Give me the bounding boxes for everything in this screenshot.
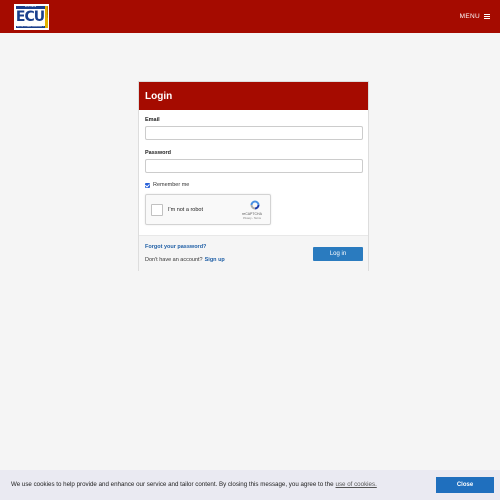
remember-me-checkbox[interactable]	[145, 182, 150, 188]
logo-bottom-strip: EDITH COWAN UNIVERSITY	[16, 26, 45, 28]
login-card-footer: Forgot your password? Don't have an acco…	[139, 235, 368, 271]
sign-up-link[interactable]: Sign up	[205, 257, 225, 263]
cookie-close-button[interactable]: Close	[436, 477, 494, 493]
remember-me-row[interactable]: Remember me	[145, 182, 362, 188]
menu-label: MENU	[459, 12, 480, 20]
recaptcha-checkbox[interactable]	[151, 204, 163, 216]
menu-button[interactable]: MENU	[460, 10, 490, 22]
login-form: Email Password Remember me I'm not a rob…	[139, 110, 368, 225]
recaptcha-label: I'm not a robot	[168, 207, 203, 213]
password-label: Password	[145, 150, 171, 156]
login-card: Login Email Password Remember me I'm not…	[138, 81, 369, 271]
no-account-text: Don't have an account?	[145, 257, 203, 263]
cookie-message: We use cookies to help provide and enhan…	[11, 481, 334, 488]
email-label: Email	[145, 117, 160, 123]
email-field[interactable]	[145, 126, 363, 140]
top-navigation-bar: AUSTRALIA ECU EDITH COWAN UNIVERSITY UNI…	[0, 0, 500, 33]
recaptcha-widget: I'm not a robot reCAPTCHA Privacy - Term…	[145, 194, 271, 225]
logo-letters: ECU	[15, 9, 45, 25]
cookie-message-line: We use cookies to help provide and enhan…	[11, 481, 377, 488]
ecu-logo[interactable]: AUSTRALIA ECU EDITH COWAN UNIVERSITY UNI…	[14, 4, 49, 30]
login-title: Login	[145, 90, 173, 102]
recaptcha-brand: reCAPTCHA	[242, 212, 262, 216]
password-field[interactable]	[145, 159, 363, 173]
remember-me-label: Remember me	[153, 182, 190, 188]
forgot-password-link[interactable]: Forgot your password?	[145, 244, 206, 250]
password-field-group: Password	[145, 150, 363, 173]
login-card-header: Login	[139, 82, 368, 110]
recaptcha-icon	[250, 200, 260, 210]
log-in-button[interactable]: Log in	[313, 247, 363, 261]
recaptcha-terms-link[interactable]: Privacy - Terms	[238, 217, 266, 220]
email-field-group: Email	[145, 117, 363, 140]
cookie-banner: We use cookies to help provide and enhan…	[0, 470, 500, 500]
logo-side-strip: UNIVERSITY	[45, 6, 48, 28]
hamburger-icon	[484, 13, 490, 19]
cookie-policy-link[interactable]: use of cookies.	[336, 481, 377, 488]
signup-prompt: Don't have an account? Sign up	[145, 257, 225, 263]
